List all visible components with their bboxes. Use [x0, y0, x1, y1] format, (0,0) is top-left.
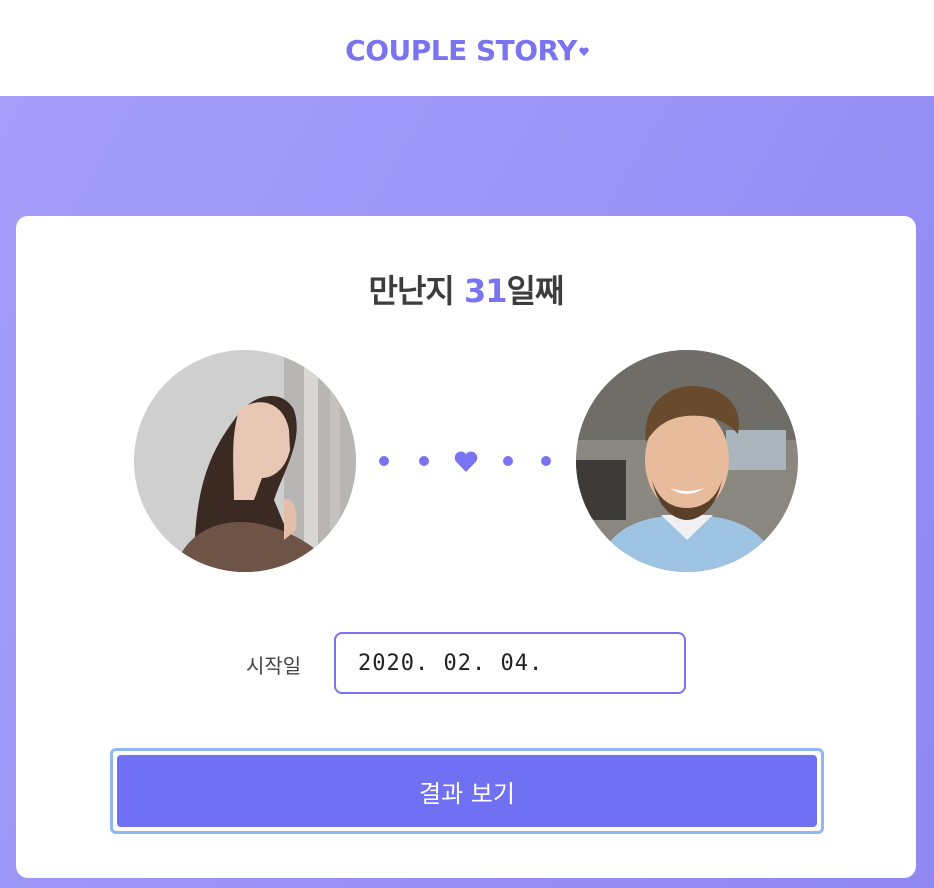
app-header: COUPLE STORY: [0, 0, 934, 96]
man-avatar: [576, 350, 798, 572]
start-date-input[interactable]: 2020. 02. 04.: [334, 632, 686, 694]
logo[interactable]: COUPLE STORY: [345, 30, 589, 67]
connector-dots: [379, 451, 551, 472]
couple-card: 만난지 31일째 시작일 2020. 02. 04. 결과 보기: [16, 216, 916, 878]
view-result-button[interactable]: 결과 보기: [117, 755, 817, 827]
title-suffix: 일째: [506, 272, 565, 310]
submit-focus-ring: 결과 보기: [110, 748, 824, 834]
days-together-title: 만난지 31일째: [16, 266, 916, 312]
partner-left-avatar[interactable]: [134, 350, 356, 572]
heart-icon: [454, 451, 478, 472]
woman-avatar: [134, 350, 356, 572]
title-prefix: 만난지: [368, 272, 465, 310]
logo-text: COUPLE STORY: [345, 33, 577, 67]
heart-icon: [579, 30, 589, 63]
start-date-label: 시작일: [246, 654, 302, 678]
partner-right-avatar[interactable]: [576, 350, 798, 572]
days-count: 31: [464, 272, 508, 310]
